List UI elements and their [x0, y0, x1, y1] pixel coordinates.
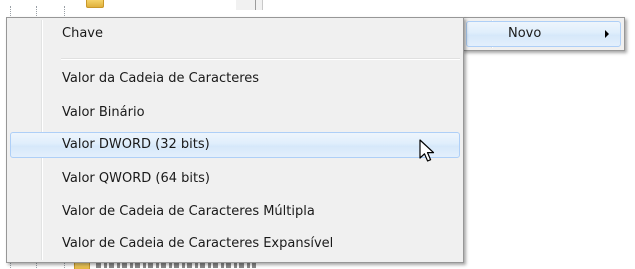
folder-icon	[74, 262, 90, 269]
menu-item-label: Novo	[508, 26, 542, 41]
context-menu: Novo	[462, 17, 625, 51]
menu-item-label: Valor de Cadeia de Caracteres Expansível	[62, 236, 334, 251]
menu-item-multi-string-value[interactable]: Valor de Cadeia de Caracteres Múltipla	[10, 199, 460, 225]
pane-splitter[interactable]	[236, 0, 263, 10]
menu-item-chave[interactable]: Chave	[10, 21, 460, 47]
new-submenu: Chave Valor da Cadeia de Caracteres Valo…	[6, 17, 464, 263]
menu-item-dword-value[interactable]: Valor DWORD (32 bits)	[10, 132, 460, 158]
menu-item-label: Valor de Cadeia de Caracteres Múltipla	[62, 204, 315, 219]
menu-item-label: Valor Binário	[62, 105, 145, 120]
menu-item-label: Valor DWORD (32 bits)	[62, 137, 210, 152]
menu-item-expandable-string-value[interactable]: Valor de Cadeia de Caracteres Expansível	[10, 231, 460, 257]
menu-separator	[61, 58, 460, 60]
menu-item-qword-value[interactable]: Valor QWORD (64 bits)	[10, 166, 460, 192]
menu-item-string-value[interactable]: Valor da Cadeia de Caracteres	[10, 66, 460, 92]
folder-icon	[86, 0, 104, 8]
menu-item-novo[interactable]: Novo	[466, 21, 621, 47]
tree-item-text-fragment	[96, 263, 256, 268]
menu-item-label: Valor da Cadeia de Caracteres	[62, 71, 260, 86]
menu-item-label: Chave	[62, 26, 103, 41]
menu-item-label: Valor QWORD (64 bits)	[62, 171, 210, 186]
menu-item-binary-value[interactable]: Valor Binário	[10, 100, 460, 126]
splitter-line	[255, 0, 256, 10]
chevron-right-icon	[605, 30, 609, 38]
